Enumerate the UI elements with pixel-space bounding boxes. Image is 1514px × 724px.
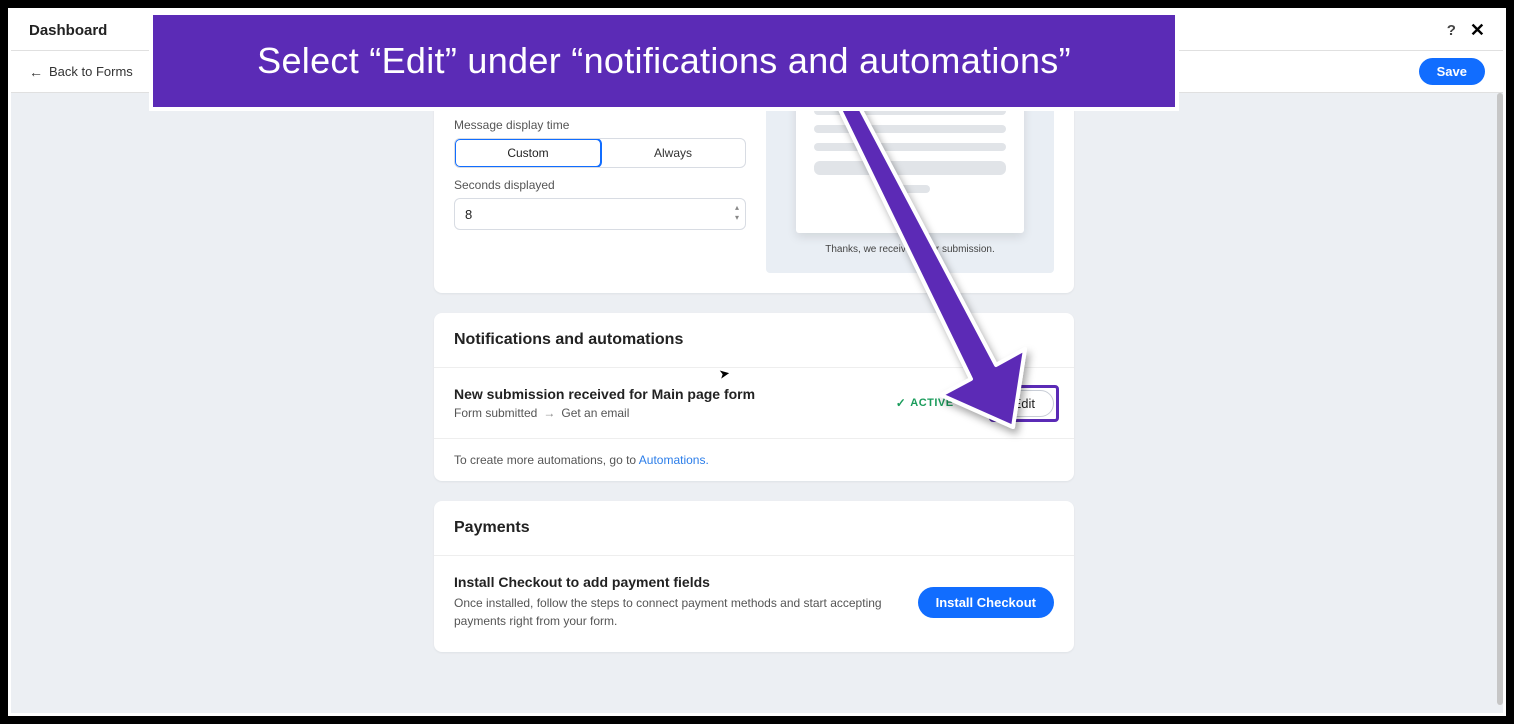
arrow-right-icon: → [543,406,555,420]
number-spinner[interactable]: ▴ ▾ [735,203,739,223]
status-badge: ✓ ACTIVE [896,396,954,410]
back-arrow-icon: ← [29,64,43,80]
display-time-always[interactable]: Always [601,139,745,167]
automations-footer: To create more automations, go to Automa… [434,439,1074,481]
check-icon: ✓ [896,396,907,410]
payments-card: Payments Install Checkout to add payment… [434,501,1074,652]
payments-desc: Once installed, follow the steps to conn… [454,594,898,630]
payments-heading: Payments [454,519,1054,537]
content-area: Message display time Custom Always Secon… [11,93,1497,713]
close-icon[interactable]: ✕ [1470,20,1485,41]
payments-row: Install Checkout to add payment fields O… [434,556,1074,652]
help-icon[interactable]: ? [1447,22,1456,39]
spinner-down-icon[interactable]: ▾ [735,213,739,223]
automation-trigger: Form submitted [454,406,537,420]
instruction-banner: Select “Edit” under “notifications and a… [149,11,1179,111]
automation-action: Get an email [561,406,629,420]
display-time-label: Message display time [454,118,746,132]
instruction-text: Select “Edit” under “notifications and a… [257,40,1071,82]
vertical-scrollbar[interactable] [1497,93,1503,705]
app-root: Dashboard ? ✕ ← Back to Forms Save Messa… [11,11,1503,713]
dashboard-title: Dashboard [29,22,107,39]
seconds-value: 8 [465,207,472,222]
spinner-up-icon[interactable]: ▴ [735,203,739,213]
footer-prefix: To create more automations, go to [454,453,639,467]
seconds-label: Seconds displayed [454,178,746,192]
automation-title: New submission received for Main page fo… [454,386,896,402]
display-time-toggle: Custom Always [454,138,746,168]
message-settings-card: Message display time Custom Always Secon… [434,93,1074,293]
preview-thanks-text: Thanks, we received your submission. [825,244,995,255]
back-to-forms-link[interactable]: ← Back to Forms [29,64,133,80]
display-time-custom[interactable]: Custom [454,138,602,168]
topbar-actions: ? ✕ [1447,20,1485,41]
notifications-heading: Notifications and automations [454,331,1054,349]
install-checkout-button[interactable]: Install Checkout [918,587,1054,618]
status-text: ACTIVE [910,397,953,409]
payments-title: Install Checkout to add payment fields [454,574,898,590]
form-preview-inner [796,93,1024,233]
notifications-card: Notifications and automations New submis… [434,313,1074,481]
save-button[interactable]: Save [1419,58,1485,85]
back-link-label: Back to Forms [49,64,133,79]
automations-link[interactable]: Automations. [639,453,709,467]
automation-row: New submission received for Main page fo… [434,368,1074,438]
form-preview-panel: Thanks, we received your submission. [766,93,1054,273]
seconds-input[interactable]: 8 ▴ ▾ [454,198,746,230]
automation-subtitle: Form submitted → Get an email [454,406,896,420]
edit-automation-button[interactable]: Edit [994,390,1054,417]
